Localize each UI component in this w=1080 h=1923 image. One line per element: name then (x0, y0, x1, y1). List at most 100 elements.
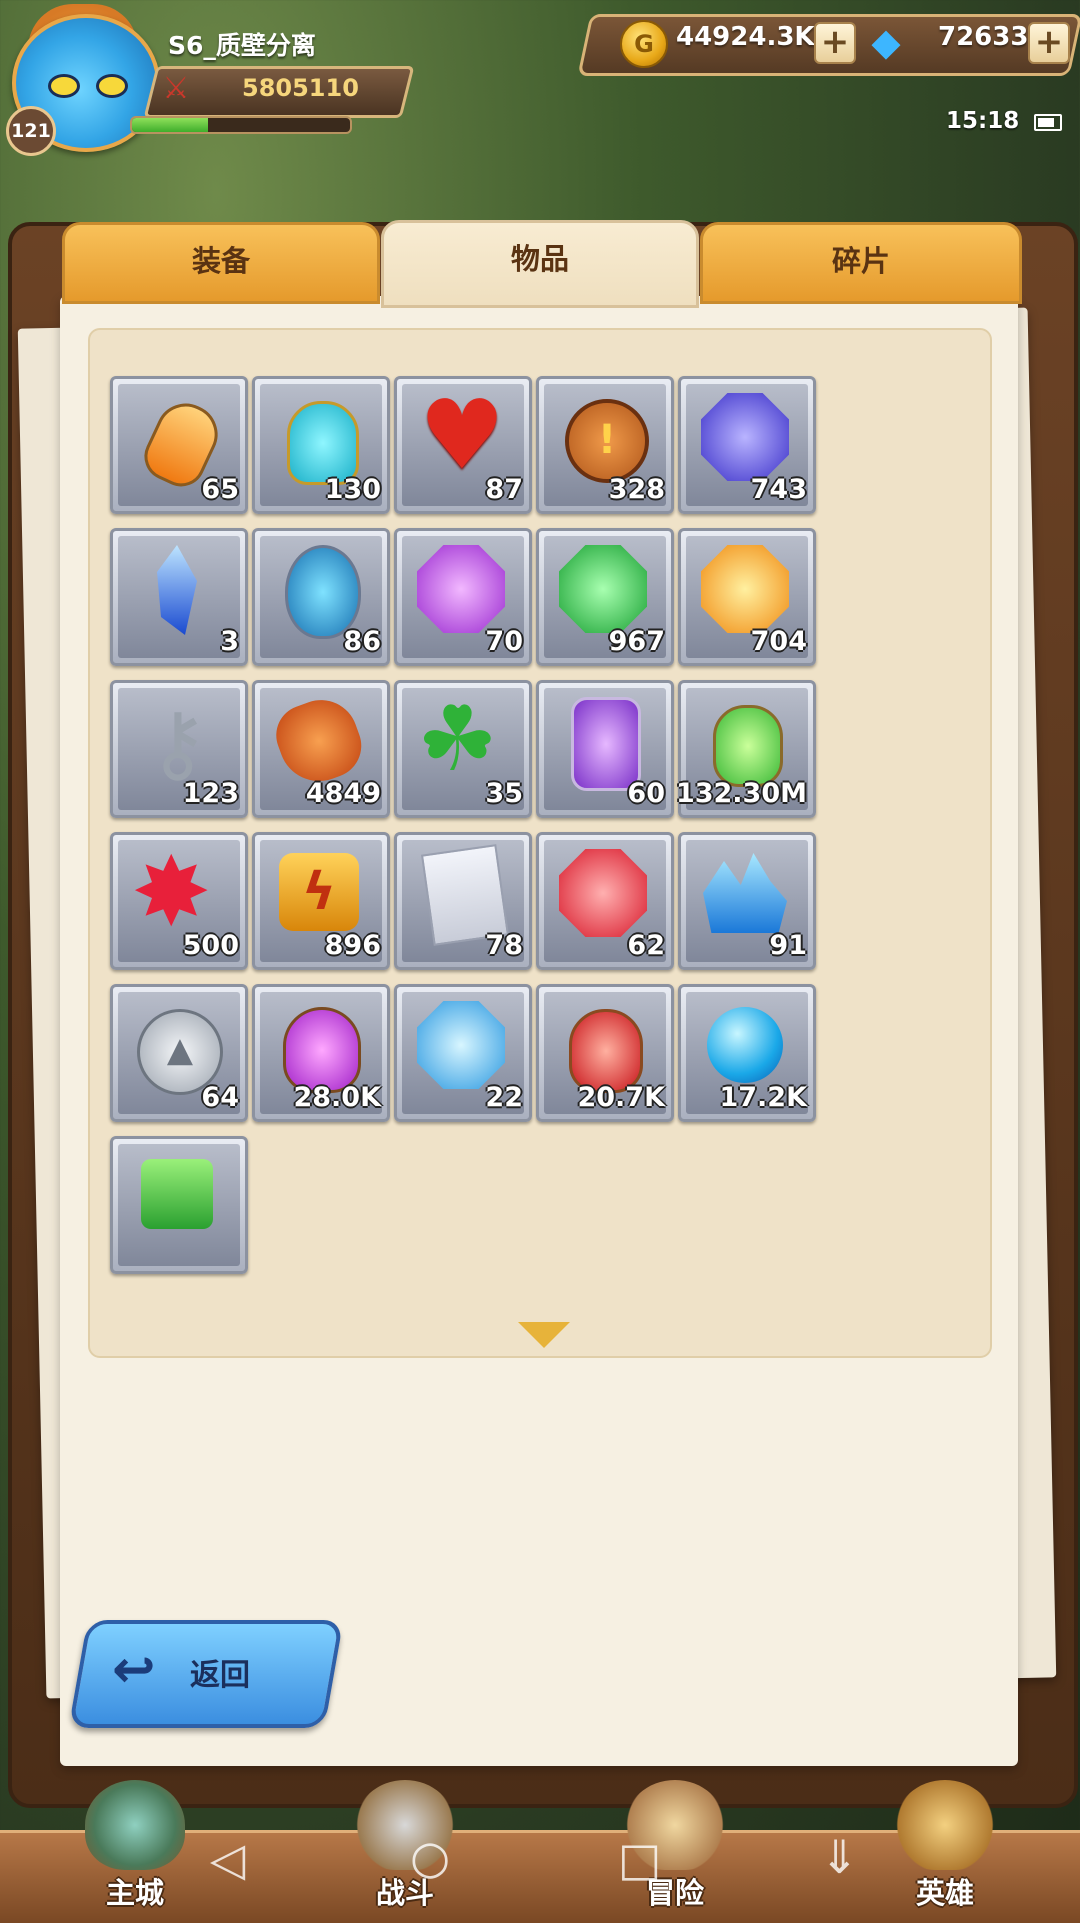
item-quantity: 704 (750, 626, 807, 657)
player-level-badge: 121 (6, 106, 56, 156)
item-grid[interactable]: 65 130 ♥ 87! 328 743 3 86 70 967 704 ⚷ 123 4849 ☘ 35 60 1… (88, 328, 992, 1358)
inventory-item-slot[interactable]: 22 (394, 984, 532, 1122)
return-arrow-icon: ↩ (112, 1640, 156, 1700)
inventory-item-slot[interactable]: 65 (110, 376, 248, 514)
gold-coin-icon: G (620, 20, 668, 68)
inventory-item-slot[interactable]: ϟ 896 (252, 832, 390, 970)
inventory-item-slot[interactable]: ♥ 87 (394, 376, 532, 514)
blue-ring-gem-icon (411, 995, 511, 1095)
inventory-item-slot[interactable]: 743 (678, 376, 816, 514)
inventory-item-slot[interactable]: ✸ 500 (110, 832, 248, 970)
red-heart-icon: ♥ (419, 379, 506, 491)
blue-crystal-shard-icon (127, 539, 227, 639)
inventory-item-slot[interactable]: 130 (252, 376, 390, 514)
green-potion-icon (695, 691, 795, 791)
purple-crystal-jar-icon (553, 691, 653, 791)
crossed-swords-icon: ⚔ (162, 71, 190, 106)
item-quantity: 28.0K (293, 1082, 381, 1113)
item-quantity: 86 (343, 626, 381, 657)
diamond-icon: ◆ (871, 20, 901, 64)
add-diamond-button[interactable]: + (1028, 22, 1070, 64)
silver-triforce-coin-icon: ▲ (127, 995, 227, 1095)
rune-ore-icon (267, 689, 371, 793)
red-sword-gem-icon (553, 843, 653, 943)
inventory-item-slot[interactable]: 91 (678, 832, 816, 970)
hero-crest-icon (895, 1780, 995, 1870)
item-quantity: 65 (201, 474, 239, 505)
avatar-eye-left (48, 74, 80, 98)
red-star-crystal-icon: ✸ (131, 836, 212, 948)
battery-icon (1034, 114, 1062, 131)
inventory-item-slot[interactable]: 70 (394, 528, 532, 666)
inventory-item-slot[interactable]: 86 (252, 528, 390, 666)
combat-power-value: 5805110 (242, 74, 359, 102)
avatar-eye-right (96, 74, 128, 98)
blue-egg-icon (269, 539, 369, 639)
back-button-label: 返回 (190, 1658, 250, 1693)
inventory-item-slot[interactable]: 4849 (252, 680, 390, 818)
inventory-item-slot[interactable]: 62 (536, 832, 674, 970)
item-quantity: 70 (485, 626, 523, 657)
item-quantity: 64 (201, 1082, 239, 1113)
item-quantity: 22 (485, 1082, 523, 1113)
scroll-down-arrow-icon[interactable] (518, 1322, 570, 1348)
item-quantity: 743 (750, 474, 807, 505)
blue-orb-icon (695, 995, 795, 1095)
item-quantity: 35 (485, 778, 523, 809)
item-quantity: 91 (769, 930, 807, 961)
item-quantity: 967 (608, 626, 665, 657)
item-quantity: 78 (485, 930, 523, 961)
purple-potion-icon (269, 995, 369, 1095)
item-quantity: 62 (627, 930, 665, 961)
inventory-item-slot[interactable]: ☘ 35 (394, 680, 532, 818)
inventory-item-slot[interactable]: ⚷ 123 (110, 680, 248, 818)
system-home-icon[interactable]: ○ (410, 1830, 450, 1884)
inventory-item-slot[interactable]: 704 (678, 528, 816, 666)
status-clock: 15:18 (946, 108, 1020, 134)
nav-battle[interactable]: 战斗 (270, 1780, 540, 1920)
inventory-item-slot[interactable]: 28.0K (252, 984, 390, 1122)
gold-amount: 44924.3K (676, 22, 815, 52)
orange-potion-icon (127, 387, 228, 495)
tab-equipment[interactable]: 装备 (62, 222, 380, 304)
item-quantity: 500 (182, 930, 239, 961)
inventory-item-slot[interactable]: 3 (110, 528, 248, 666)
inventory-item-slot[interactable]: 78 (394, 832, 532, 970)
inventory-item-slot[interactable]: 20.7K (536, 984, 674, 1122)
tab-fragments[interactable]: 碎片 (700, 222, 1022, 304)
nav-adventure[interactable]: 冒险 (540, 1780, 810, 1920)
helmet-scroll-icon (411, 843, 511, 946)
item-quantity: 87 (485, 474, 523, 505)
xp-bar (130, 116, 352, 134)
item-quantity: 17.2K (719, 1082, 807, 1113)
nav-label: 战斗 (375, 1876, 434, 1910)
system-back-icon[interactable]: ◁ (210, 1832, 245, 1886)
orange-armor-gem-icon (695, 539, 795, 639)
inventory-item-slot[interactable]: 967 (536, 528, 674, 666)
castle-gate-icon (85, 1780, 185, 1870)
green-scroll-icon (127, 1147, 227, 1247)
item-quantity: 123 (182, 778, 239, 809)
nav-label: 冒险 (645, 1876, 704, 1910)
system-recents-icon[interactable]: □ (618, 1832, 661, 1886)
green-glove-gem-icon (553, 539, 653, 639)
bronze-sword-coin-icon: ! (553, 387, 653, 487)
item-quantity: 60 (627, 778, 665, 809)
inventory-item-slot[interactable]: 17.2K (678, 984, 816, 1122)
add-gold-button[interactable]: + (814, 22, 856, 64)
blue-boot-gem-icon (695, 387, 795, 487)
inventory-item-slot[interactable]: ▲ 64 (110, 984, 248, 1122)
cyan-vase-potion-icon (269, 387, 369, 487)
diamond-amount: 72633 (938, 22, 1029, 52)
blue-crystal-cluster-icon (695, 843, 795, 943)
item-quantity: 20.7K (577, 1082, 665, 1113)
silver-key-icon: ⚷ (147, 694, 209, 792)
inventory-item-slot[interactable]: 60 (536, 680, 674, 818)
four-leaf-clover-icon: ☘ (417, 687, 498, 792)
item-quantity: 130 (324, 474, 381, 505)
tab-items[interactable]: 物品 (381, 220, 699, 308)
system-menu-icon[interactable]: ⇓ (820, 1830, 859, 1884)
inventory-item-slot[interactable] (110, 1136, 248, 1274)
inventory-item-slot[interactable]: ! 328 (536, 376, 674, 514)
inventory-item-slot[interactable]: 132.30M (676, 680, 816, 818)
